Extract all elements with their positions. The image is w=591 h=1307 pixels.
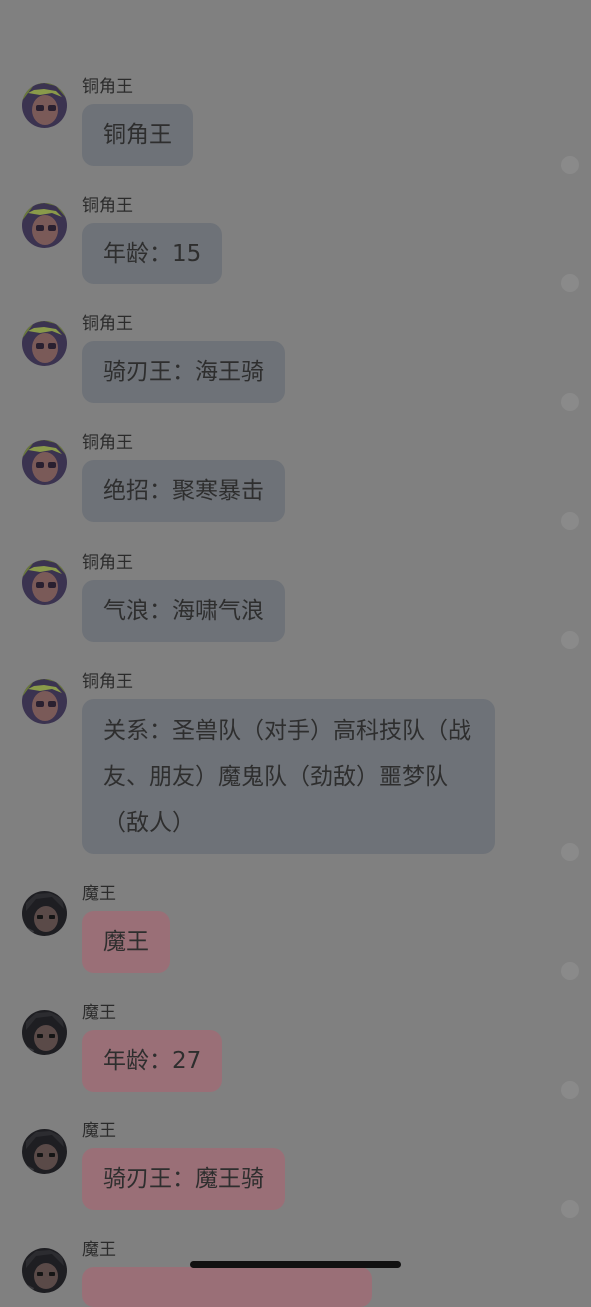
select-indicator[interactable] [561,962,579,980]
avatar[interactable] [22,203,67,248]
mowang-avatar-icon [22,1010,67,1055]
select-indicator[interactable] [561,1081,579,1099]
sender-name: 魔王 [82,1003,116,1023]
avatar[interactable] [22,1129,67,1174]
tongjiaowang-avatar-icon [22,560,67,605]
sender-name: 铜角王 [82,196,133,216]
message-bubble[interactable]: 魔王 [82,911,170,973]
sender-name: 铜角王 [82,433,133,453]
avatar[interactable] [22,679,67,724]
message-bubble[interactable]: 骑刃王：海王骑 [82,341,285,403]
tongjiaowang-avatar-icon [22,679,67,724]
message-bubble[interactable]: 绝招：聚寒暴击 [82,460,285,522]
sender-name: 魔王 [82,1121,116,1141]
chat-message-list[interactable]: 铜角王 铜角王 铜角王 年龄：15 铜角王 骑刃王：海王骑 铜角王 绝招：聚寒暴… [0,0,591,1307]
sender-name: 铜角王 [82,77,133,97]
select-indicator[interactable] [561,393,579,411]
sender-name: 魔王 [82,884,116,904]
avatar[interactable] [22,560,67,605]
avatar[interactable] [22,83,67,128]
select-indicator[interactable] [561,631,579,649]
avatar[interactable] [22,891,67,936]
message-bubble[interactable]: 年龄：15 [82,223,223,284]
select-indicator[interactable] [561,1200,579,1218]
mowang-avatar-icon [22,1129,67,1174]
sender-name: 魔王 [82,1240,116,1260]
tongjiaowang-avatar-icon [22,83,67,128]
mowang-avatar-icon [22,891,67,936]
avatar[interactable] [22,440,67,485]
select-indicator[interactable] [561,512,579,530]
message-bubble[interactable]: 骑刃王：魔王骑 [82,1148,285,1210]
message-bubble[interactable] [82,1267,372,1307]
message-bubble[interactable]: 气浪：海啸气浪 [82,580,285,642]
mowang-avatar-icon [22,1248,67,1293]
tongjiaowang-avatar-icon [22,203,67,248]
select-indicator[interactable] [561,843,579,861]
sender-name: 铜角王 [82,672,133,692]
message-bubble[interactable]: 关系：圣兽队（对手）高科技队（战友、朋友）魔鬼队（劲敌）噩梦队（敌人） [82,699,495,854]
message-bubble[interactable]: 铜角王 [82,104,193,166]
avatar[interactable] [22,1010,67,1055]
home-indicator[interactable] [190,1261,401,1268]
tongjiaowang-avatar-icon [22,321,67,366]
message-bubble[interactable]: 年龄：27 [82,1030,223,1092]
select-indicator[interactable] [561,156,579,174]
sender-name: 铜角王 [82,314,133,334]
tongjiaowang-avatar-icon [22,440,67,485]
sender-name: 铜角王 [82,553,133,573]
avatar[interactable] [22,321,67,366]
select-indicator[interactable] [561,274,579,292]
avatar[interactable] [22,1248,67,1293]
